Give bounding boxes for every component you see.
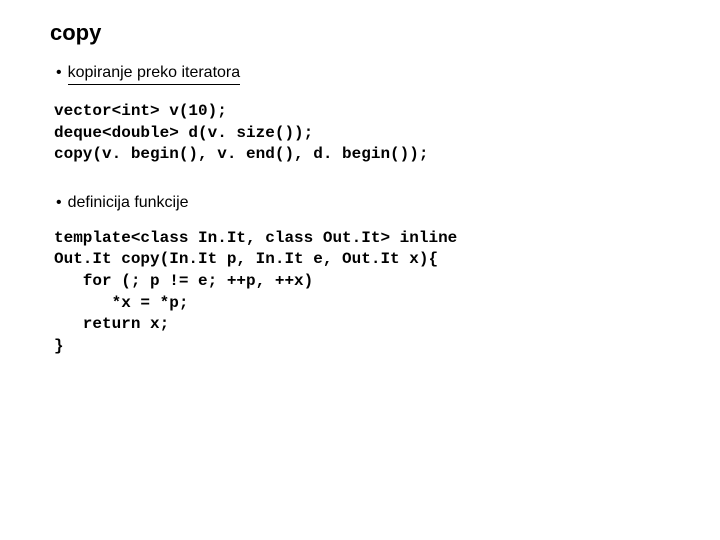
bullet-item-1: • kopiranje preko iteratora <box>56 64 680 85</box>
page-title: copy <box>50 20 680 46</box>
bullet-text-2: definicija funkcije <box>68 194 189 211</box>
bullet-text-1: kopiranje preko iteratora <box>68 64 241 85</box>
code-block-2: template<class In.It, class Out.It> inli… <box>54 228 680 358</box>
bullet-item-2: • definicija funkcije <box>56 194 680 212</box>
bullet-icon: • <box>56 194 62 212</box>
code-block-1: vector<int> v(10); deque<double> d(v. si… <box>54 101 680 166</box>
bullet-icon: • <box>56 64 62 82</box>
slide: copy • kopiranje preko iteratora vector<i… <box>0 0 720 405</box>
